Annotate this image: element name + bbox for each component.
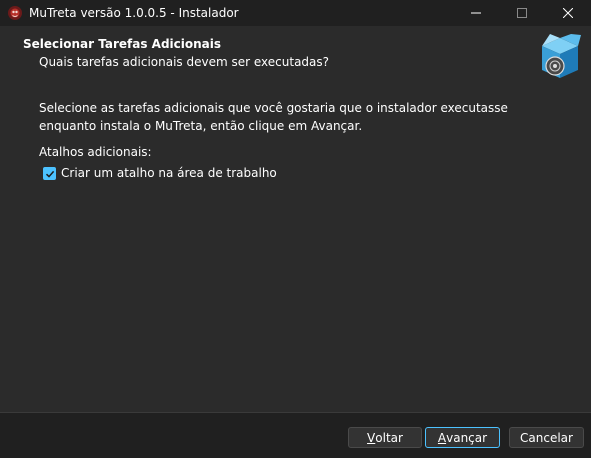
maximize-icon xyxy=(517,8,527,18)
app-icon xyxy=(8,6,22,20)
button-bar xyxy=(0,413,591,458)
close-icon xyxy=(563,8,573,18)
window-title: MuTreta versão 1.0.0.5 - Instalador xyxy=(29,6,239,20)
cancel-button[interactable]: Cancelar xyxy=(509,427,584,448)
cancel-button-label: Cancelar xyxy=(520,430,573,445)
close-button[interactable] xyxy=(545,0,591,26)
page-subheading: Quais tarefas adicionais devem ser execu… xyxy=(39,55,330,69)
back-button[interactable]: Voltar xyxy=(348,427,422,448)
next-button[interactable]: Avançar xyxy=(425,427,500,448)
minimize-icon xyxy=(471,12,481,14)
checkmark-icon xyxy=(45,170,54,178)
minimize-button[interactable] xyxy=(453,0,499,26)
next-button-accel: A xyxy=(437,430,447,445)
back-button-accel: V xyxy=(367,430,376,445)
desktop-shortcut-label[interactable]: Criar um atalho na área de trabalho xyxy=(61,166,277,180)
title-bar: MuTreta versão 1.0.0.5 - Instalador xyxy=(0,0,591,26)
instructions-text: Selecione as tarefas adicionais que você… xyxy=(39,101,508,133)
desktop-shortcut-checkbox[interactable] xyxy=(43,167,56,180)
maximize-button[interactable] xyxy=(499,0,545,26)
additional-shortcuts-label: Atalhos adicionais: xyxy=(39,145,152,159)
page-heading: Selecionar Tarefas Adicionais xyxy=(23,37,222,51)
wizard-body xyxy=(0,26,591,412)
next-button-label-rest: vançar xyxy=(446,430,488,445)
software-box-icon xyxy=(542,34,581,78)
back-button-label-rest: oltar xyxy=(375,430,403,445)
